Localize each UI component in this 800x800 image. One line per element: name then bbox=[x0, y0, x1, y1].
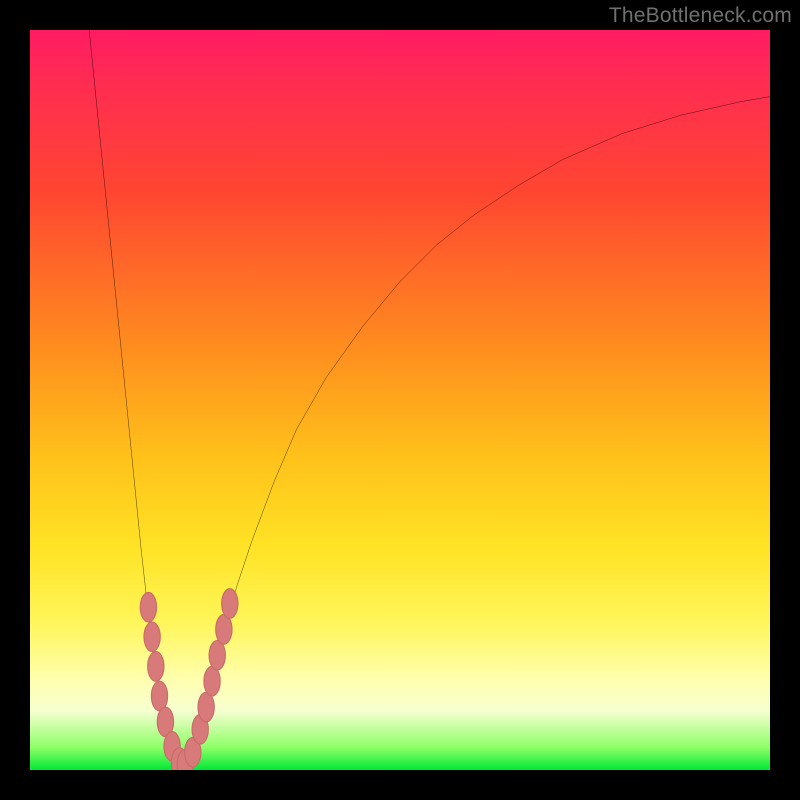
marker-dot bbox=[140, 592, 156, 622]
marker-dot bbox=[144, 622, 160, 652]
bottleneck-curve bbox=[89, 30, 770, 765]
watermark-text: TheBottleneck.com bbox=[609, 4, 792, 28]
marker-dot bbox=[148, 652, 164, 682]
marker-dot bbox=[209, 641, 225, 671]
marker-dot bbox=[216, 615, 232, 645]
outer-frame: TheBottleneck.com bbox=[0, 0, 800, 800]
marker-dot bbox=[198, 692, 214, 722]
marker-dot bbox=[151, 681, 167, 711]
plot-area bbox=[30, 30, 770, 770]
marker-dot bbox=[204, 666, 220, 696]
sample-markers bbox=[140, 589, 238, 770]
chart-svg bbox=[30, 30, 770, 770]
marker-dot bbox=[222, 589, 238, 619]
